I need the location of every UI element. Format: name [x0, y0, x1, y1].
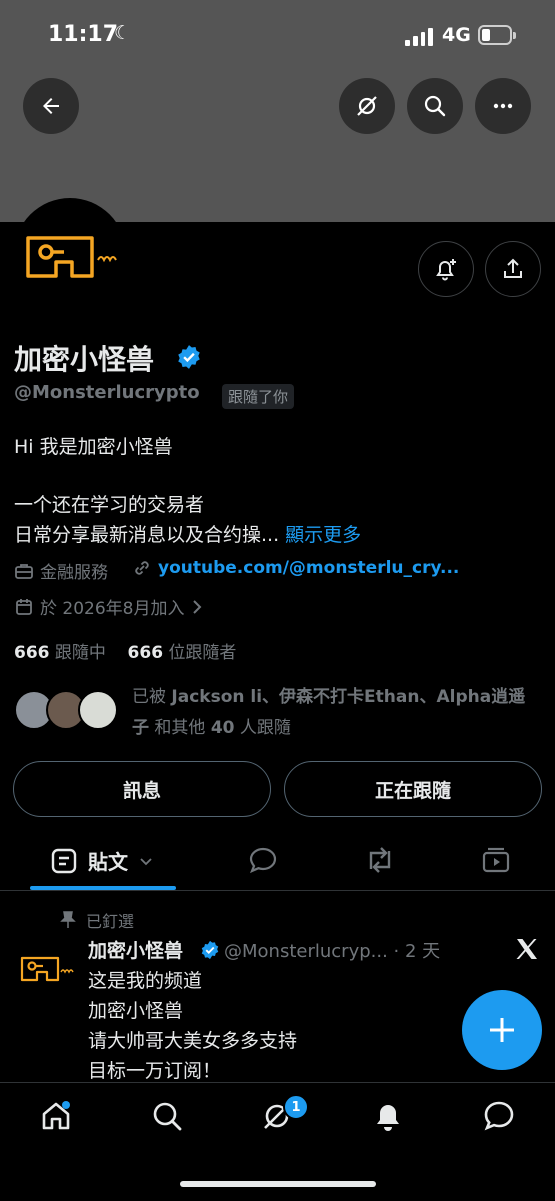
following-link[interactable]: 666 跟隨中	[14, 643, 106, 663]
share-icon	[504, 258, 522, 278]
post-avatar[interactable]	[16, 948, 76, 992]
category-row: 金融服務	[14, 558, 108, 583]
nav-search[interactable]	[150, 1099, 184, 1137]
bio-line-with-more: 日常分享最新消息以及合约操... 顯示更多	[14, 520, 361, 547]
link-icon	[135, 561, 149, 575]
media-icon	[482, 847, 510, 873]
pinned-label: 已釘選	[86, 912, 135, 931]
post-author[interactable]: 加密小怪兽	[88, 936, 183, 963]
search-button[interactable]	[407, 78, 463, 134]
following-label: 跟隨中	[54, 643, 106, 663]
profile-handle: @Monsterlucrypto	[14, 382, 200, 403]
tab-media[interactable]	[481, 845, 511, 879]
tab-posts-label: 貼文	[88, 850, 128, 874]
nav-messages[interactable]	[482, 1099, 516, 1137]
pinned-indicator: 已釘選	[60, 908, 134, 932]
followed-by-prefix: 已被	[132, 687, 172, 707]
bio-line: 日常分享最新消息以及合约操...	[14, 524, 280, 546]
following-button[interactable]: 正在跟隨	[284, 761, 542, 817]
chevron-right-icon	[193, 599, 202, 614]
followed-by-text[interactable]: 已被 Jackson li、伊森不打卡Ethan、Alpha逍遥子 和其他 40…	[132, 682, 542, 744]
follows-you-badge: 跟隨了你	[222, 384, 295, 409]
grok-button[interactable]	[339, 78, 395, 134]
website-link[interactable]: youtube.com/@monsterlu_cry...	[158, 558, 459, 578]
post-text-line: 这是我的频道	[88, 970, 203, 992]
more-button[interactable]	[475, 78, 531, 134]
followers-count: 666	[127, 643, 164, 663]
tab-reposts[interactable]	[364, 845, 396, 879]
verified-badge-icon	[178, 345, 200, 369]
chevron-down-icon	[140, 857, 152, 865]
more-icon	[493, 103, 513, 109]
network-label: 4G	[442, 24, 471, 46]
messages-badge: 1	[283, 1094, 309, 1120]
website-row[interactable]: youtube.com/@monsterlu_cry...	[132, 558, 459, 578]
back-button[interactable]	[23, 78, 79, 134]
bio-line: Hi 我是加密小怪兽	[14, 436, 173, 458]
tab-posts[interactable]: 貼文	[50, 846, 154, 875]
joined-label: 於 2026年8月加入	[40, 599, 185, 619]
followed-by-middle: 和其他	[149, 718, 211, 738]
monster-logo	[20, 956, 74, 982]
posts-icon	[51, 848, 77, 873]
followed-by-count: 40	[210, 718, 235, 738]
category-label: 金融服務	[40, 563, 108, 583]
post-handle: @Monsterlucryp...	[224, 941, 388, 962]
followed-by-suffix: 人跟隨	[234, 718, 291, 738]
home-icon	[42, 1101, 70, 1130]
follow-counts: 666 跟隨中 666 位跟隨者	[14, 638, 236, 663]
notify-button[interactable]	[418, 241, 474, 297]
monster-logo	[26, 236, 117, 278]
signal-icon	[405, 28, 433, 46]
calendar-icon	[16, 598, 32, 615]
messages-icon	[484, 1101, 514, 1131]
pin-icon	[60, 911, 76, 928]
post-time: · 2 天	[393, 941, 441, 962]
nav-notifications[interactable]	[371, 1099, 405, 1137]
bell-plus-icon	[436, 259, 456, 281]
briefcase-icon	[15, 563, 33, 579]
reply-icon	[249, 847, 277, 874]
follower-avatar	[78, 690, 118, 730]
followers-label: 位跟隨者	[168, 643, 237, 663]
verified-badge-icon	[201, 940, 219, 960]
post-text-line: 目标一万订阅！	[88, 1060, 222, 1082]
post-text-line: 加密小怪兽	[88, 1000, 184, 1022]
message-button[interactable]: 訊息	[13, 761, 271, 817]
battery-icon	[478, 25, 516, 45]
nav-home[interactable]	[39, 1099, 73, 1137]
followers-link[interactable]: 666 位跟隨者	[128, 643, 237, 663]
tab-replies[interactable]	[248, 845, 278, 879]
search-icon	[153, 1102, 182, 1131]
bio-line: 一个还在学习的交易者	[14, 494, 205, 516]
home-indicator	[180, 1181, 376, 1187]
display-name: 加密小怪兽	[14, 343, 155, 376]
repost-icon	[369, 847, 391, 873]
plus-icon	[490, 1018, 514, 1042]
notifications-icon	[377, 1105, 399, 1131]
share-button[interactable]	[485, 241, 541, 297]
status-time: 11:17	[48, 22, 119, 47]
search-icon	[424, 95, 446, 117]
tab-divider	[0, 890, 555, 891]
following-count: 666	[14, 643, 50, 663]
status-bar: 11:17 ☾ 4G	[0, 0, 555, 70]
show-more-link[interactable]: 顯示更多	[285, 524, 361, 546]
avatar[interactable]	[14, 198, 126, 310]
post-handle-and-time: @Monsterlucryp... · 2 天	[224, 937, 440, 963]
back-arrow-icon	[43, 98, 59, 114]
no-signal-icon	[357, 96, 377, 116]
x-logo-icon	[514, 936, 540, 966]
joined-row[interactable]: 於 2026年8月加入	[14, 594, 204, 619]
moon-icon: ☾	[114, 22, 132, 44]
compose-button[interactable]	[462, 990, 542, 1070]
post-text-line: 请大帅哥大美女多多支持	[88, 1030, 298, 1052]
